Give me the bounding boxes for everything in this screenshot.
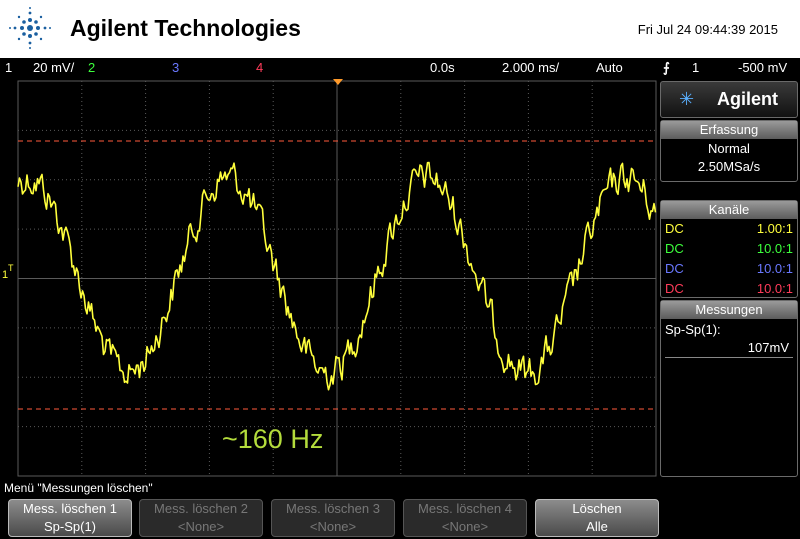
acquisition-mode: Normal — [708, 141, 750, 156]
agilent-spark-icon: ✳ — [679, 89, 695, 110]
channels-panel: Kanäle DC 1.00:1 DC 10.0:1 DC 10.0:1 DC … — [660, 200, 798, 298]
channel-1-row: DC 1.00:1 — [661, 219, 797, 239]
softkey-clear-meas-3[interactable]: Mess. löschen 3 <None> — [271, 499, 395, 537]
softkey-2-value: <None> — [177, 519, 225, 534]
measurement-value: 107mV — [665, 337, 793, 358]
datetime: Fri Jul 24 09:44:39 2015 — [637, 22, 778, 37]
channel-3-row: DC 10.0:1 — [661, 259, 797, 279]
ch1-number: 1 — [5, 60, 13, 75]
softkey-2-label: Mess. löschen 2 — [154, 501, 248, 516]
softkey-4-value: <None> — [441, 519, 489, 534]
ch2-probe-ratio: 10.0:1 — [756, 241, 793, 256]
acquisition-panel: Erfassung Normal 2.50MSa/s — [660, 120, 798, 182]
softkey-clear-meas-2[interactable]: Mess. löschen 2 <None> — [139, 499, 263, 537]
ch4-coupling: DC — [665, 281, 684, 296]
agilent-spark-logo — [9, 7, 51, 49]
measurement-name: Sp-Sp(1): — [665, 322, 721, 337]
channel-4-row: DC 10.0:1 — [661, 279, 797, 299]
menu-title: Menü "Messungen löschen" — [4, 481, 153, 495]
side-brand: Agilent — [717, 89, 778, 109]
channels-title: Kanäle — [661, 201, 797, 219]
ch1-coupling: DC — [665, 221, 684, 236]
softkey-3-label: Mess. löschen 3 — [286, 501, 380, 516]
trigger-mode: Auto — [596, 60, 623, 75]
brand-name: Agilent Technologies — [70, 15, 301, 41]
trigger-edge-icon: ⨍ — [663, 60, 670, 75]
acquisition-rate: 2.50MSa/s — [697, 159, 761, 174]
softkey-3-value: <None> — [309, 519, 357, 534]
status-bar: 1 20 mV/ 2 3 4 0.0s 2.000 ms/ Auto ⨍ 1 -… — [0, 58, 800, 78]
trigger-level: -500 mV — [738, 60, 788, 75]
softkey-clear-meas-4[interactable]: Mess. löschen 4 <None> — [403, 499, 527, 537]
softkey-clear-all[interactable]: Löschen Alle — [535, 499, 659, 537]
ch2-coupling: DC — [665, 241, 684, 256]
ch3-indicator: 3 — [172, 60, 180, 75]
trigger-level-marker: T — [8, 263, 14, 273]
channel-2-row: DC 10.0:1 — [661, 239, 797, 259]
agilent-badge: ✳ Agilent — [660, 81, 798, 118]
measurements-title: Messungen — [661, 301, 797, 319]
ch4-indicator: 4 — [256, 60, 264, 75]
side-panel: ✳ Agilent Erfassung Normal 2.50MSa/s Kan… — [660, 81, 798, 477]
softkey-5-value: Alle — [586, 519, 608, 534]
softkey-1-value: Sp-Sp(1) — [43, 519, 97, 534]
ch1-scale: 20 mV/ — [33, 60, 75, 75]
ch1-probe-ratio: 1.00:1 — [756, 221, 793, 236]
softkey-5-label: Löschen — [572, 501, 622, 516]
ch3-probe-ratio: 10.0:1 — [756, 261, 793, 276]
trigger-source: 1 — [692, 60, 700, 75]
ch3-coupling: DC — [665, 261, 684, 276]
header-bar: Agilent Technologies Fri Jul 24 09:44:39… — [0, 0, 800, 58]
measurements-panel: Messungen Sp-Sp(1): 107mV — [660, 300, 798, 477]
ch4-probe-ratio: 10.0:1 — [756, 281, 793, 296]
softkey-1-label: Mess. löschen 1 — [23, 501, 117, 516]
scope-display: 1 T ~160 Hz — [0, 78, 660, 479]
ch2-indicator: 2 — [88, 60, 96, 75]
time-offset: 0.0s — [430, 60, 455, 75]
acquisition-title: Erfassung — [661, 121, 797, 139]
softkey-clear-meas-1[interactable]: Mess. löschen 1 Sp-Sp(1) — [8, 499, 132, 537]
frequency-annotation: ~160 Hz — [222, 424, 323, 454]
softkey-4-label: Mess. löschen 4 — [418, 501, 512, 516]
time-scale: 2.000 ms/ — [502, 60, 560, 75]
